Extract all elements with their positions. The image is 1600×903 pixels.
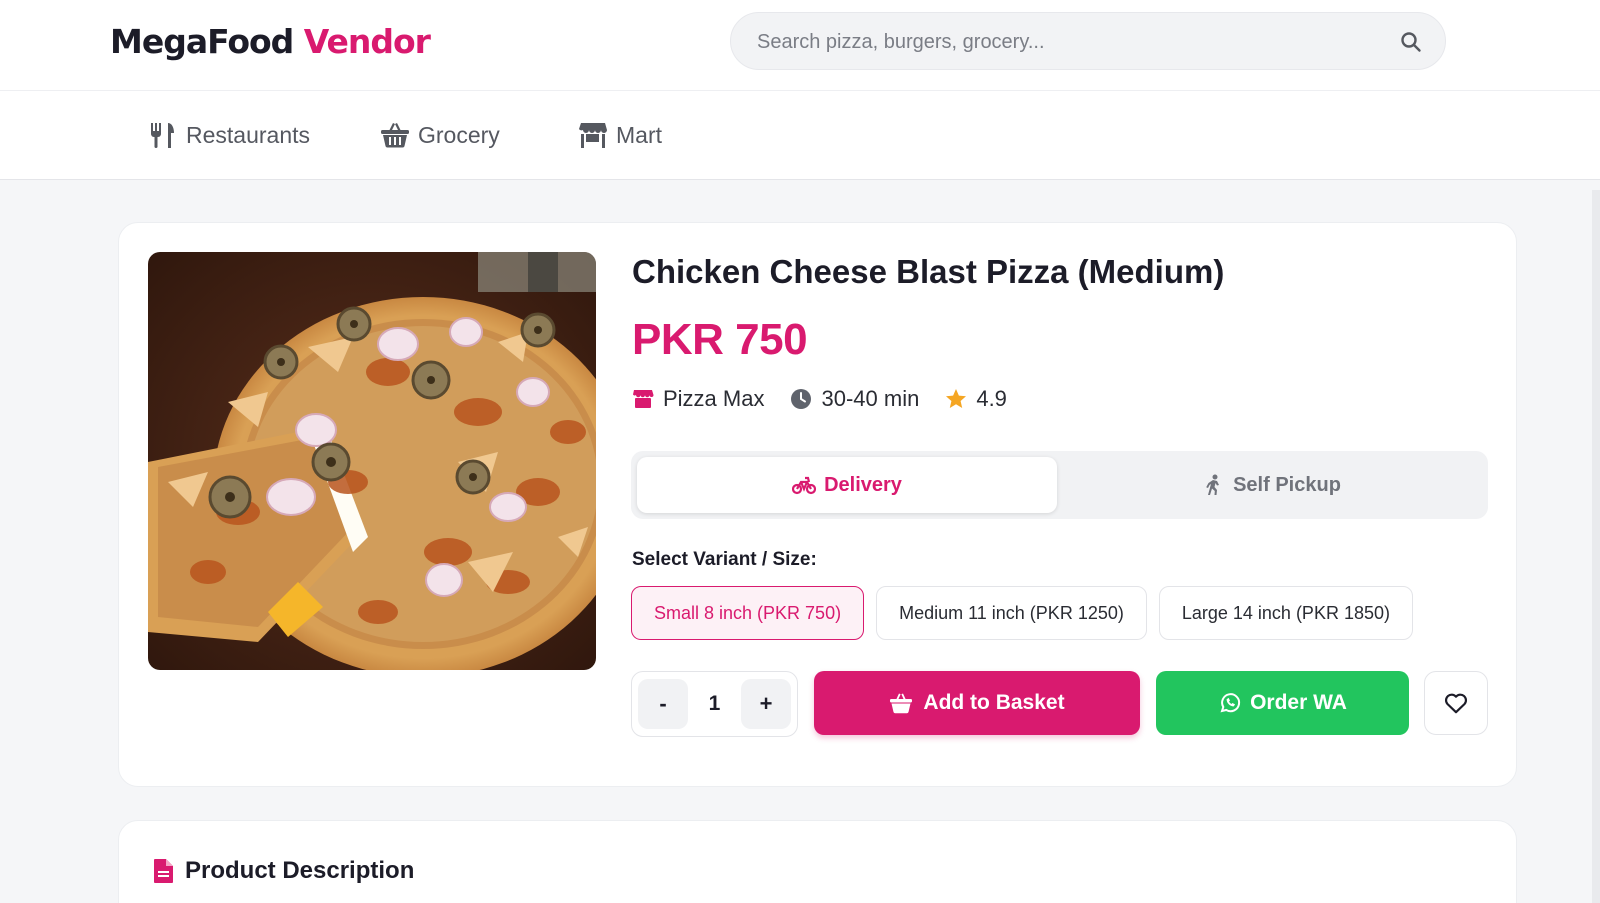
variant-option-medium[interactable]: Medium 11 inch (PKR 1250)	[876, 586, 1147, 640]
nav-item-label: Mart	[616, 121, 662, 148]
search-icon[interactable]	[1399, 30, 1423, 54]
scrollbar[interactable]	[1592, 190, 1600, 903]
walking-icon	[1206, 474, 1220, 495]
product-description-card: Product Description	[118, 820, 1517, 903]
nav-item-label: Grocery	[418, 121, 500, 148]
product-meta: Pizza Max 30-40 min 4.9	[632, 386, 1007, 412]
variant-option-large[interactable]: Large 14 inch (PKR 1850)	[1158, 586, 1413, 640]
delivery-time: 30-40 min	[790, 386, 919, 412]
add-to-basket-label: Add to Basket	[923, 691, 1065, 714]
top-header: MegaFood Vendor	[0, 0, 1600, 90]
nav-item-grocery[interactable]: Grocery	[380, 117, 500, 153]
quantity-value: 1	[708, 692, 721, 715]
nav-item-label: Restaurants	[186, 121, 311, 148]
basket-icon	[381, 123, 409, 148]
increase-quantity-button[interactable]: +	[741, 679, 791, 729]
clock-icon	[791, 389, 812, 409]
nav-item-mart[interactable]: Mart	[578, 117, 662, 153]
favorite-button[interactable]	[1424, 671, 1488, 735]
brand-name: MegaFood	[110, 22, 294, 61]
bicycle-icon	[792, 476, 817, 495]
store-icon	[579, 123, 607, 148]
store-icon	[633, 390, 654, 408]
order-wa-label: Order WA	[1250, 691, 1347, 714]
self-pickup-tab[interactable]: Self Pickup	[1061, 457, 1481, 513]
product-price: PKR 750	[632, 315, 808, 364]
variant-label: Select Variant / Size:	[632, 549, 817, 570]
vendor-info[interactable]: Pizza Max	[632, 386, 764, 412]
delivery-label: Delivery	[824, 473, 902, 496]
brand-logo[interactable]: MegaFood Vendor	[110, 22, 431, 61]
product-title: Chicken Cheese Blast Pizza (Medium)	[632, 253, 1225, 290]
variant-option-small[interactable]: Small 8 inch (PKR 750)	[631, 586, 865, 640]
order-whatsapp-button[interactable]: Order WA	[1156, 671, 1409, 735]
variant-options: Small 8 inch (PKR 750) Medium 11 inch (P…	[631, 586, 1413, 640]
pizza-photo	[148, 252, 596, 670]
brand-suffix: Vendor	[303, 22, 431, 61]
search-input[interactable]	[757, 25, 1377, 59]
basket-icon	[890, 693, 913, 714]
rating: 4.9	[945, 386, 1007, 412]
nav-item-restaurants[interactable]: Restaurants	[148, 117, 310, 153]
heart-icon	[1444, 693, 1468, 714]
decrease-quantity-button[interactable]: -	[638, 679, 688, 729]
rating-value: 4.9	[976, 386, 1007, 411]
category-nav: Restaurants Grocery Mart	[0, 90, 1600, 180]
product-description-header: Product Description	[153, 857, 414, 885]
vendor-name: Pizza Max	[663, 386, 765, 411]
quantity-stepper: - 1 +	[631, 671, 798, 737]
product-card: Chicken Cheese Blast Pizza (Medium) PKR …	[118, 222, 1517, 787]
utensils-icon	[151, 123, 174, 148]
document-icon	[154, 859, 173, 883]
self-pickup-label: Self Pickup	[1233, 473, 1341, 496]
whatsapp-icon	[1220, 693, 1241, 713]
fulfillment-toggle: Delivery Self Pickup	[631, 451, 1488, 519]
star-icon	[946, 389, 967, 408]
time-value: 30-40 min	[821, 386, 920, 411]
product-description-title: Product Description	[185, 857, 415, 884]
search-bar	[730, 12, 1446, 70]
product-image[interactable]	[148, 252, 596, 670]
delivery-tab[interactable]: Delivery	[637, 457, 1057, 513]
add-to-basket-button[interactable]: Add to Basket	[814, 671, 1140, 735]
